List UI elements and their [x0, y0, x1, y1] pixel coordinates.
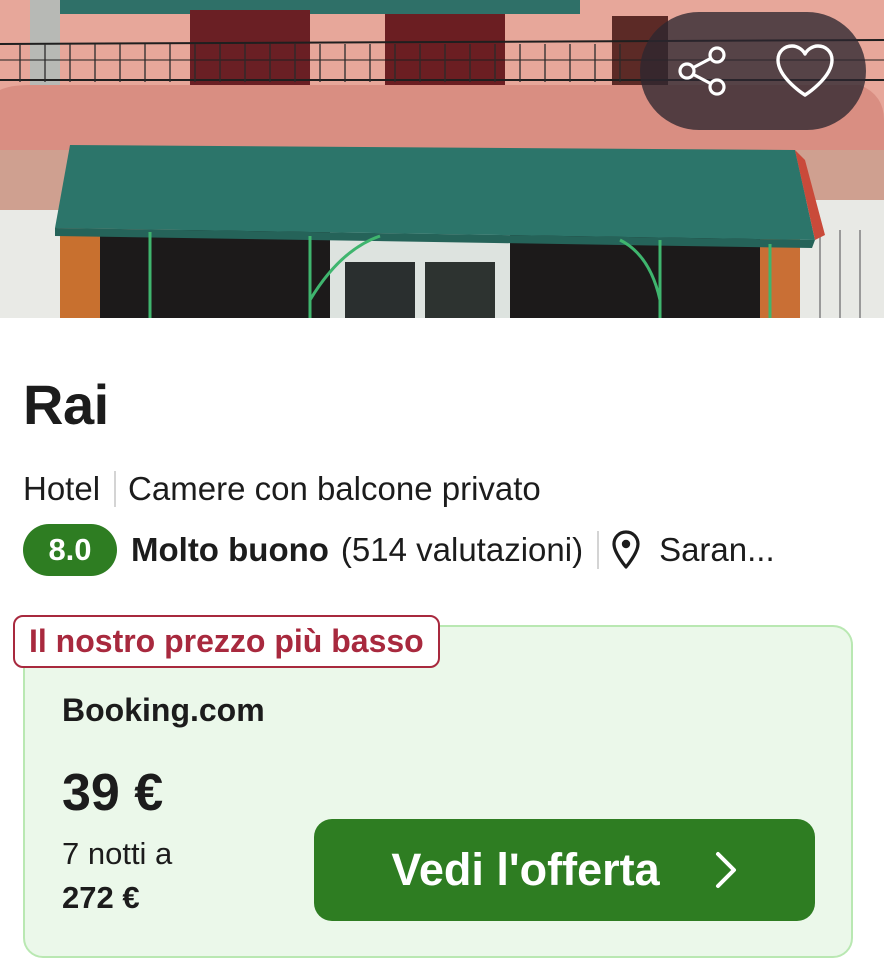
lowest-price-badge: Il nostro prezzo più basso: [13, 615, 440, 668]
rating-score-badge[interactable]: 8.0: [23, 524, 117, 576]
divider: [114, 471, 117, 507]
offer-total-price: 272 €: [62, 880, 140, 915]
view-offer-label: Vedi l'offerta: [391, 844, 660, 895]
hotel-location[interactable]: Saran...: [659, 531, 775, 569]
favorite-button[interactable]: [770, 36, 840, 106]
photo-actions: [640, 12, 866, 130]
hotel-type: Hotel: [23, 470, 101, 507]
hotel-subline: Hotel Camere con balcone privato: [23, 470, 541, 508]
share-icon: [677, 46, 726, 96]
divider: [597, 531, 600, 569]
chevron-right-icon: [715, 852, 736, 888]
hotel-feature: Camere con balcone privato: [128, 470, 541, 507]
rating-label[interactable]: Molto buono: [131, 531, 329, 569]
offer-provider: Booking.com: [62, 692, 265, 728]
view-offer-button[interactable]: Vedi l'offerta: [314, 819, 815, 921]
hotel-photo[interactable]: [0, 0, 884, 318]
offer-price: 39 €: [62, 764, 164, 822]
rating-row: 8.0 Molto buono (514 valutazioni) Saran.…: [23, 524, 853, 576]
share-button[interactable]: [667, 36, 737, 106]
hotel-name[interactable]: Rai: [23, 372, 109, 437]
offer-nights: 7 notti a: [62, 836, 173, 871]
review-count[interactable]: (514 valutazioni): [341, 531, 583, 569]
location-pin-icon: [612, 530, 640, 569]
heart-icon: [775, 44, 834, 97]
